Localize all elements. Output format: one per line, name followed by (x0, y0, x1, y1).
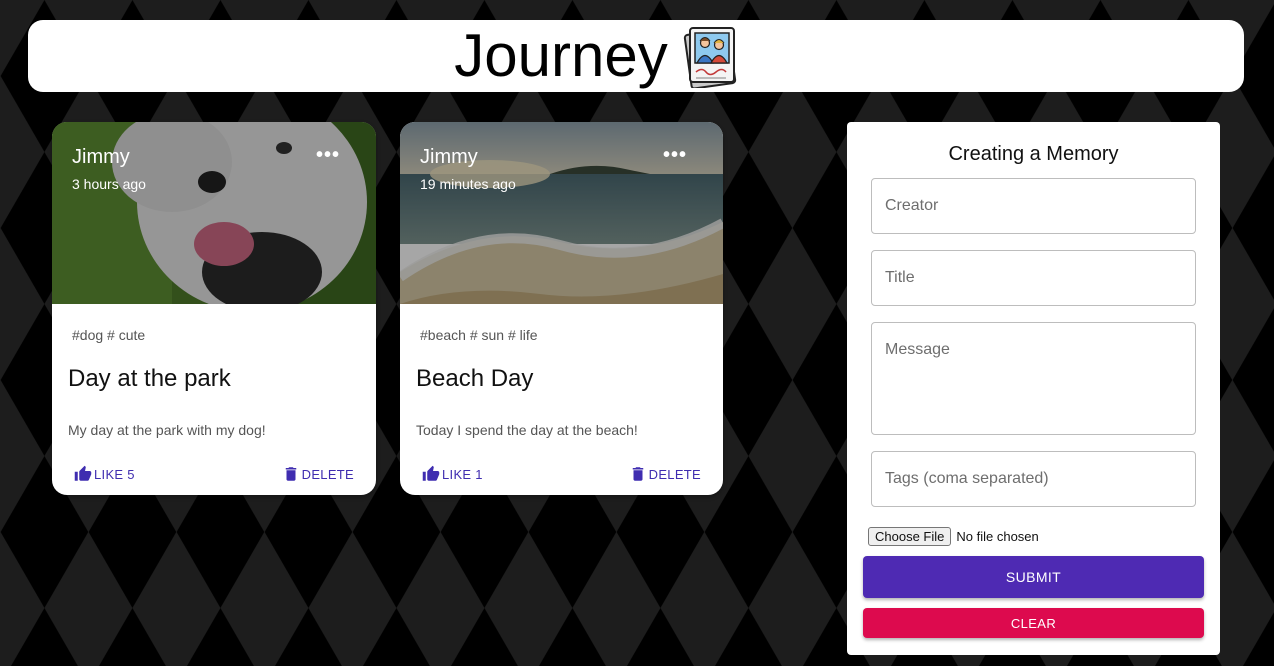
post-tags: #beach # sun # life (420, 327, 538, 343)
choose-file-button[interactable]: Choose File (868, 527, 952, 546)
tags-field-wrapper (871, 451, 1196, 507)
delete-label: DELETE (301, 466, 354, 482)
submit-button[interactable]: SUBMIT (863, 556, 1204, 598)
post-title: Day at the park (68, 365, 231, 392)
post-actions: LIKE 5 DELETE (68, 462, 360, 486)
post-message: My day at the park with my dog! (68, 422, 266, 438)
form-title: Creating a Memory (948, 143, 1119, 165)
post-card: Jimmy 3 hours ago ••• #dog # cute Day at… (52, 122, 376, 495)
post-image: Jimmy 19 minutes ago ••• (400, 122, 723, 304)
creator-field[interactable] (872, 179, 1195, 233)
creator-field-wrapper (871, 178, 1196, 234)
more-options-icon[interactable]: ••• (663, 145, 687, 165)
title-field[interactable] (872, 251, 1195, 305)
like-label: LIKE 5 (94, 466, 135, 482)
file-status: No file chosen (956, 529, 1039, 544)
memory-form: Creating a Memory Choose File No file ch… (847, 122, 1220, 655)
delete-button[interactable]: DELETE (623, 465, 707, 483)
delete-button[interactable]: DELETE (276, 465, 360, 483)
post-creator: Jimmy (420, 146, 478, 168)
thumb-up-icon (74, 465, 92, 481)
app-title: Journey (454, 22, 668, 89)
post-message: Today I spend the day at the beach! (416, 422, 638, 438)
message-field[interactable] (872, 323, 1195, 434)
like-label: LIKE 1 (442, 466, 483, 482)
post-time: 19 minutes ago (420, 176, 516, 192)
like-button[interactable]: LIKE 5 (68, 465, 141, 483)
post-card: Jimmy 19 minutes ago ••• #beach # sun # … (400, 122, 723, 495)
delete-label: DELETE (648, 466, 701, 482)
app-bar: Journey (28, 20, 1244, 92)
post-time: 3 hours ago (72, 176, 146, 192)
post-creator: Jimmy (72, 146, 130, 168)
trash-icon (632, 467, 643, 481)
message-field-wrapper (871, 322, 1196, 435)
memories-photo-icon (683, 27, 736, 88)
clear-button[interactable]: CLEAR (863, 608, 1204, 638)
post-image: Jimmy 3 hours ago ••• (52, 122, 376, 304)
post-tags: #dog # cute (72, 327, 146, 343)
thumb-up-icon (422, 465, 440, 481)
post-title: Beach Day (416, 365, 534, 392)
like-button[interactable]: LIKE 1 (416, 465, 489, 483)
post-actions: LIKE 1 DELETE (416, 462, 707, 486)
title-field-wrapper (871, 250, 1196, 306)
trash-icon (285, 467, 296, 481)
file-input: Choose File No file chosen (868, 527, 1039, 546)
tags-field[interactable] (872, 452, 1195, 506)
more-options-icon[interactable]: ••• (316, 145, 340, 165)
